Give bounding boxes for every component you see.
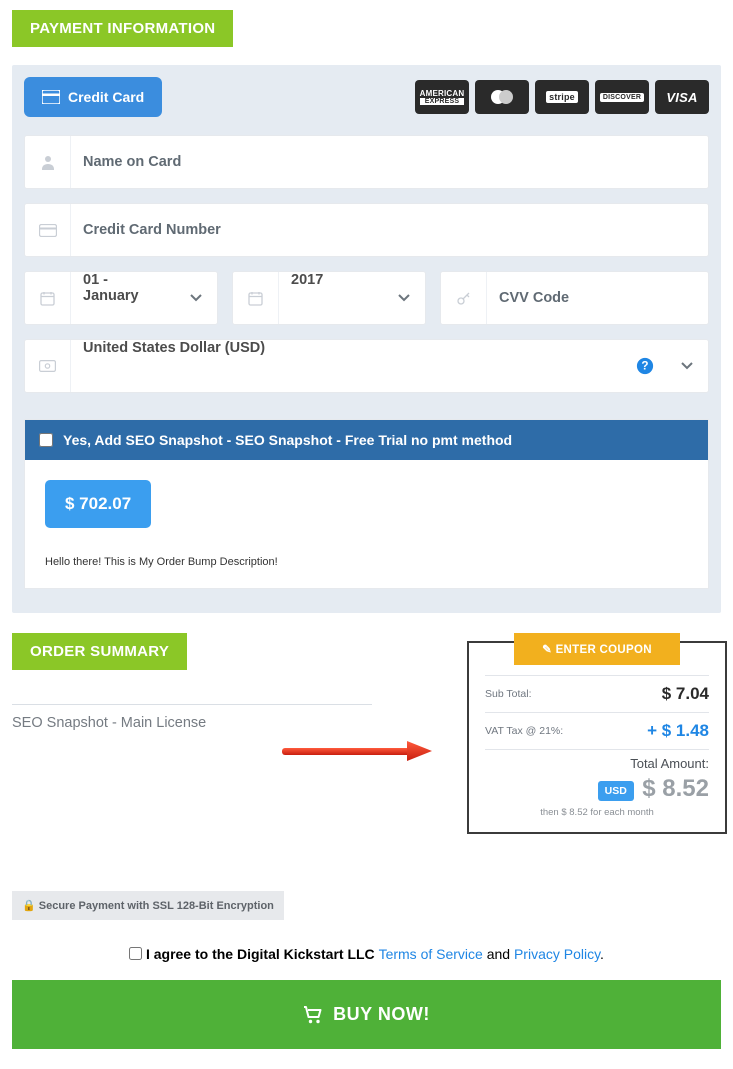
- privacy-link[interactable]: Privacy Policy: [514, 946, 600, 962]
- agree-suffix: .: [600, 946, 604, 962]
- order-bump-checkbox[interactable]: [39, 433, 53, 447]
- cvv-field-wrap: [440, 271, 709, 325]
- calendar-icon: [233, 272, 279, 324]
- credit-card-icon: [42, 90, 60, 104]
- key-icon: [441, 272, 487, 324]
- order-summary-section: ORDER SUMMARY SEO Snapshot - Main Licens…: [12, 633, 721, 920]
- svg-text:?: ?: [641, 360, 648, 373]
- recurring-note: then $ 8.52 for each month: [485, 807, 709, 818]
- calendar-icon: [25, 272, 71, 324]
- buy-now-button[interactable]: BUY NOW!: [12, 980, 721, 1049]
- chevron-down-icon: [666, 362, 708, 370]
- enter-coupon-button[interactable]: ✎ ENTER COUPON: [514, 633, 680, 665]
- agree-mid: and: [483, 946, 514, 962]
- buy-now-label: BUY NOW!: [333, 1004, 430, 1025]
- name-on-card-input[interactable]: [71, 136, 708, 188]
- agree-terms-row: I agree to the Digital Kickstart LLC Ter…: [12, 946, 721, 962]
- chevron-down-icon: [383, 294, 425, 302]
- currency-chip: USD: [598, 781, 634, 801]
- order-bump-price[interactable]: $ 702.07: [45, 480, 151, 528]
- order-bump: Yes, Add SEO Snapshot - SEO Snapshot - F…: [24, 419, 709, 589]
- payment-section-title: PAYMENT INFORMATION: [12, 10, 233, 47]
- exp-month-value: 01 - January: [71, 272, 175, 324]
- currency-icon: [25, 340, 71, 392]
- brand-mastercard: [475, 80, 529, 114]
- total-amount: $ 8.52: [642, 775, 709, 803]
- terms-link[interactable]: Terms of Service: [379, 946, 483, 962]
- person-icon: [25, 136, 71, 188]
- brand-amex: AMERICANEXPRESS: [415, 80, 469, 114]
- coupon-panel: ✎ ENTER COUPON Sub Total: $ 7.04 VAT Tax…: [467, 641, 727, 834]
- brand-discover: DISCOVER: [595, 80, 649, 114]
- subtotal-label: Sub Total:: [485, 688, 532, 700]
- card-brands: AMERICANEXPRESS stripe DISCOVER VISA: [415, 80, 709, 114]
- credit-card-button[interactable]: Credit Card: [24, 77, 162, 117]
- order-bump-toggle[interactable]: Yes, Add SEO Snapshot - SEO Snapshot - F…: [25, 420, 708, 460]
- cart-icon: [303, 1006, 323, 1024]
- order-bump-description: Hello there! This is My Order Bump Descr…: [45, 556, 688, 568]
- currency-select[interactable]: United States Dollar (USD) ?: [24, 339, 709, 393]
- annotation-arrow: [282, 741, 432, 761]
- credit-card-label: Credit Card: [68, 89, 144, 105]
- order-summary-title: ORDER SUMMARY: [12, 633, 187, 670]
- brand-stripe: stripe: [535, 80, 589, 114]
- brand-visa: VISA: [655, 80, 709, 114]
- name-on-card-field-wrap: [24, 135, 709, 189]
- total-label: Total Amount:: [485, 756, 709, 771]
- agree-prefix: I agree to the Digital Kickstart LLC: [146, 946, 379, 962]
- vat-label: VAT Tax @ 21%:: [485, 725, 563, 737]
- help-icon[interactable]: ?: [624, 357, 666, 375]
- secure-payment-strip: 🔒 Secure Payment with SSL 128-Bit Encryp…: [12, 891, 284, 920]
- exp-month-select[interactable]: 01 - January: [24, 271, 218, 325]
- card-icon: [25, 204, 71, 256]
- order-bump-label: Yes, Add SEO Snapshot - SEO Snapshot - F…: [63, 432, 512, 448]
- agree-checkbox[interactable]: [129, 947, 142, 960]
- vat-value: + $ 1.48: [647, 721, 709, 741]
- exp-year-value: 2017: [279, 272, 383, 324]
- cvv-input[interactable]: [487, 272, 708, 324]
- payment-form: Credit Card AMERICANEXPRESS stripe DISCO…: [12, 65, 721, 613]
- subtotal-value: $ 7.04: [662, 684, 709, 704]
- chevron-down-icon: [175, 294, 217, 302]
- card-number-input[interactable]: [71, 204, 708, 256]
- currency-value: United States Dollar (USD): [71, 340, 624, 392]
- exp-year-select[interactable]: 2017: [232, 271, 426, 325]
- card-number-field-wrap: [24, 203, 709, 257]
